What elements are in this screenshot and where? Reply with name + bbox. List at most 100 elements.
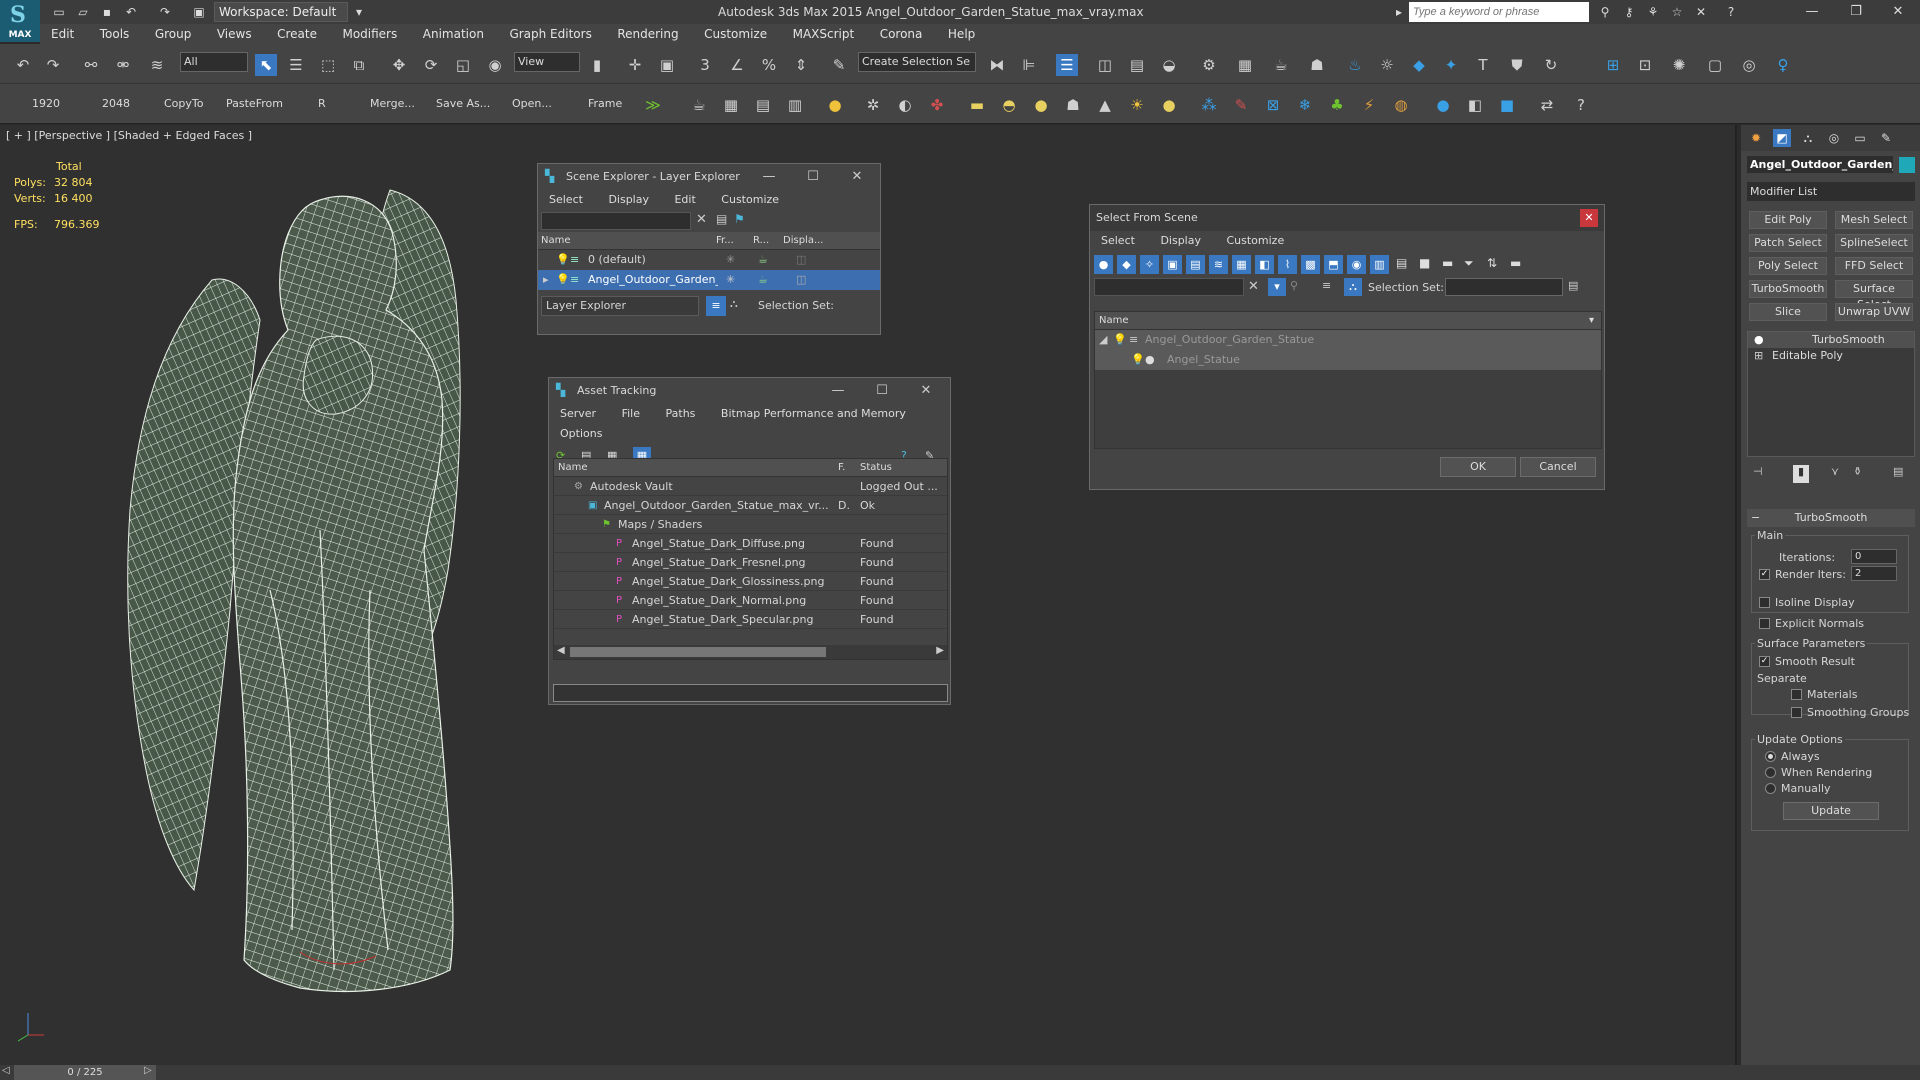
ies-icon[interactable]: ● <box>1158 94 1180 116</box>
shell-icon[interactable]: ◍ <box>1390 94 1412 116</box>
list-item[interactable]: ◢ 💡 ≡ Angel_Outdoor_Garden_Statue <box>1095 330 1601 350</box>
close-button[interactable]: ✕ <box>1876 0 1920 24</box>
project-folder-icon[interactable]: ▣ <box>190 3 208 21</box>
keyboard-shortcut-icon[interactable]: ▣ <box>656 54 678 76</box>
scrollbar-thumb[interactable] <box>570 647 826 657</box>
star-icon[interactable]: ☆ <box>1668 3 1686 21</box>
modify-tab-icon[interactable]: ◩ <box>1773 129 1791 147</box>
sunlight-icon[interactable]: ☀ <box>1126 94 1148 116</box>
toggle-scene-explorer-icon[interactable]: ☰ <box>1056 54 1078 76</box>
named-selection-dropdown[interactable]: Create Selection Se <box>858 52 976 72</box>
modifier-button-edit-poly[interactable]: Edit Poly <box>1749 211 1827 229</box>
layers-mode-icon[interactable]: ≡ <box>706 296 726 316</box>
configure-sets-icon[interactable]: ▤ <box>1893 465 1903 478</box>
text-icon[interactable]: T <box>1472 54 1494 76</box>
expand-arrow-icon[interactable]: ▸ <box>543 270 549 290</box>
materials-checkbox[interactable] <box>1791 689 1802 700</box>
asset-tracking-maximize[interactable]: ☐ <box>859 378 905 404</box>
move-icon[interactable]: ✥ <box>388 54 410 76</box>
light-icon[interactable]: ♨ <box>1344 54 1366 76</box>
modifier-button-splineselect[interactable]: SplineSelect <box>1835 234 1913 252</box>
collapse-icon[interactable]: − <box>1751 509 1760 527</box>
unlink-icon[interactable]: ⚮ <box>112 54 134 76</box>
menu-tools[interactable]: Tools <box>89 24 141 44</box>
mirror-icon[interactable]: ⧓ <box>986 54 1008 76</box>
display-invert-icon[interactable]: ▬ <box>1442 256 1453 270</box>
bulb-icon[interactable]: ● <box>1754 332 1764 348</box>
layer-name-default[interactable]: 0 (default) <box>588 250 646 270</box>
loop-icon[interactable]: ↻ <box>1540 54 1562 76</box>
hierarchy-tab-icon[interactable]: ⛬ <box>1799 129 1817 147</box>
filter-geometry-icon[interactable]: ● <box>1094 255 1113 274</box>
at-col-full-path[interactable]: F. <box>838 459 852 477</box>
light-bulb-icon[interactable]: 💡 <box>1113 330 1127 350</box>
table-row[interactable]: ⚑ Maps / Shaders <box>554 515 947 534</box>
menu-animation[interactable]: Animation <box>412 24 495 44</box>
toolbar-2048-button[interactable]: 2048 <box>102 97 130 110</box>
display-none-icon[interactable]: ■ <box>1419 256 1430 270</box>
asset-name[interactable]: Angel_Statue_Dark_Specular.png <box>632 610 832 629</box>
undo-icon[interactable]: ↶ <box>122 3 140 21</box>
asset-name[interactable]: Angel_Statue_Dark_Diffuse.png <box>632 534 832 553</box>
material-sphere-icon[interactable]: ● <box>1432 94 1454 116</box>
menu-graph-editors[interactable]: Graph Editors <box>498 24 602 44</box>
reference-coord-dropdown[interactable]: View <box>514 52 580 72</box>
select-from-scene-window[interactable]: Select From Scene ✕ Select Display Custo… <box>1089 204 1605 490</box>
grid-icon[interactable]: ⊞ <box>1602 54 1624 76</box>
select-manipulate-icon[interactable]: ✛ <box>624 54 646 76</box>
explicit-normals-checkbox[interactable] <box>1759 618 1770 629</box>
particle-icon[interactable]: ✎ <box>1230 94 1252 116</box>
cone-icon[interactable]: ▲ <box>1094 94 1116 116</box>
network-icon[interactable]: ✺ <box>1668 54 1690 76</box>
sfs-row-object[interactable]: Angel_Statue <box>1167 350 1240 370</box>
menu-create[interactable]: Create <box>266 24 328 44</box>
bind-space-warp-icon[interactable]: ≋ <box>146 54 168 76</box>
filter-frozen-icon[interactable]: ⬒ <box>1324 255 1343 274</box>
update-always-radio[interactable] <box>1765 751 1776 762</box>
search-expand-icon[interactable]: ▸ <box>1390 3 1408 21</box>
redo-icon[interactable]: ↷ <box>156 3 174 21</box>
light-bulb-icon[interactable]: 💡 <box>1131 350 1145 370</box>
plane-light-icon[interactable]: ▬ <box>966 94 988 116</box>
teapot-icon[interactable]: ☕ <box>758 270 768 290</box>
select-from-scene-titlebar[interactable]: Select From Scene ✕ <box>1090 205 1604 231</box>
menu-help[interactable]: Help <box>937 24 986 44</box>
minimize-button[interactable]: — <box>1790 0 1834 24</box>
align-icon[interactable]: ⊫ <box>1018 54 1040 76</box>
double-chevron-icon[interactable]: ≫ <box>642 94 664 116</box>
render-iters-spinner[interactable]: 2 <box>1851 566 1897 581</box>
asset-name[interactable]: Autodesk Vault <box>590 477 832 496</box>
workspace-chevron-icon[interactable]: ▾ <box>350 3 368 21</box>
expand-plus-icon[interactable]: ⊞ <box>1754 348 1763 364</box>
scroll-right-icon[interactable]: ▶ <box>936 645 944 656</box>
freeze-icon[interactable]: ✳ <box>726 250 735 270</box>
hierarchy-icon[interactable]: ⛬ <box>1344 278 1362 296</box>
edit-named-sel-icon[interactable]: ▤ <box>1568 279 1578 292</box>
filter-spacewarps-icon[interactable]: ≋ <box>1209 255 1228 274</box>
modifier-list-dropdown[interactable]: Modifier List <box>1747 182 1915 201</box>
physics-icon[interactable]: ✤ <box>926 94 948 116</box>
table-icon[interactable]: ▥ <box>784 94 806 116</box>
filter-icon[interactable]: ▤ <box>716 212 727 226</box>
update-rendering-radio[interactable] <box>1765 767 1776 778</box>
teapot-icon[interactable]: ☕ <box>688 94 710 116</box>
toolbar-open-button[interactable]: Open... <box>512 97 552 110</box>
render-setup-icon[interactable]: ⚙ <box>1198 54 1220 76</box>
layer-name-angel[interactable]: Angel_Outdoor_Garden_Statue... <box>588 270 718 290</box>
clear-search-icon[interactable]: ✕ <box>696 212 707 227</box>
render-iterative-icon[interactable]: ☗ <box>1306 54 1328 76</box>
fur-icon[interactable]: ⁂ <box>1198 94 1220 116</box>
scene-explorer-search[interactable] <box>541 212 691 230</box>
sfs-selection-set-dropdown[interactable] <box>1445 278 1563 296</box>
teapot-icon[interactable]: ☕ <box>758 250 768 270</box>
se-menu-select[interactable]: Select <box>538 190 594 210</box>
pivot-center-icon[interactable]: ▮ <box>586 54 608 76</box>
mesh-light-icon[interactable]: ☗ <box>1062 94 1084 116</box>
keys-icon[interactable]: ⚷ <box>1620 3 1638 21</box>
at-col-name[interactable]: Name <box>558 459 778 477</box>
menu-modifiers[interactable]: Modifiers <box>331 24 408 44</box>
se-menu-display[interactable]: Display <box>597 190 660 210</box>
new-file-icon[interactable]: ▭ <box>50 3 68 21</box>
horizontal-scrollbar[interactable]: ◀ ▶ <box>554 645 947 659</box>
camera-icon[interactable]: ◆ <box>1408 54 1430 76</box>
